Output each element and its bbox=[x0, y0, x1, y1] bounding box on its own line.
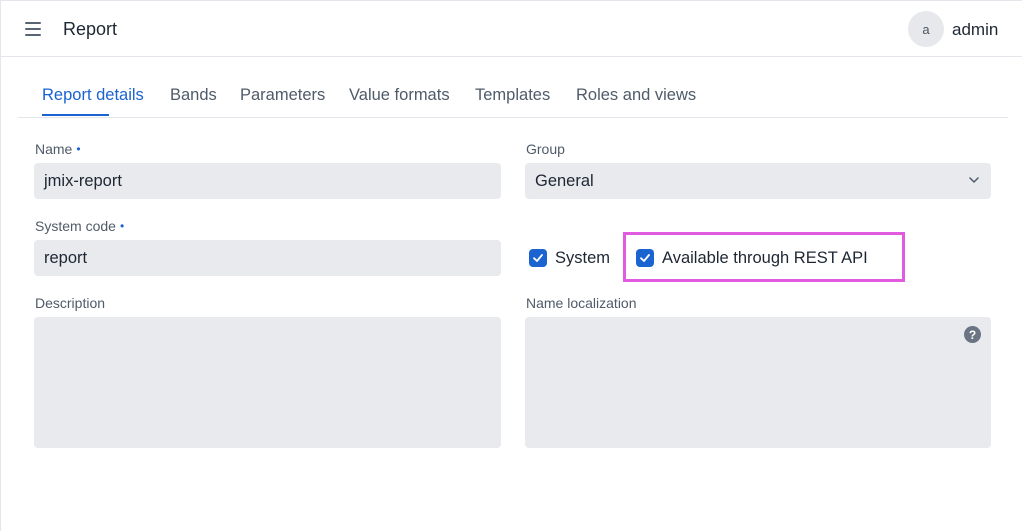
description-label: Description bbox=[35, 295, 106, 311]
required-indicator: • bbox=[76, 142, 81, 156]
group-value: General bbox=[535, 171, 594, 190]
system-code-field[interactable]: report bbox=[34, 240, 501, 276]
avatar[interactable]: a bbox=[908, 11, 944, 47]
tab-value-formats[interactable]: Value formats bbox=[349, 86, 450, 105]
name-value: jmix-report bbox=[44, 171, 122, 190]
chevron-down-icon bbox=[969, 177, 979, 183]
tab-templates[interactable]: Templates bbox=[475, 86, 550, 105]
menu-icon[interactable] bbox=[19, 17, 47, 41]
page-title: Report bbox=[63, 19, 118, 39]
name-label: Name • bbox=[35, 141, 81, 157]
help-icon[interactable]: ? bbox=[964, 326, 981, 343]
rest-api-checkbox-label[interactable]: Available through REST API bbox=[662, 249, 868, 268]
tab-report-details[interactable]: Report details bbox=[42, 86, 144, 105]
system-checkbox-label[interactable]: System bbox=[555, 249, 610, 268]
rest-api-checkbox[interactable] bbox=[636, 249, 654, 267]
system-code-value: report bbox=[44, 248, 88, 267]
name-localization-label: Name localization bbox=[526, 295, 637, 311]
checkmark-icon bbox=[533, 254, 543, 262]
top-bar: Report a admin bbox=[1, 1, 1022, 57]
description-textarea[interactable] bbox=[34, 317, 501, 448]
tab-bands[interactable]: Bands bbox=[170, 86, 217, 105]
system-checkbox[interactable] bbox=[529, 249, 547, 267]
tab-bar: Report details Bands Parameters Value fo… bbox=[18, 58, 1008, 118]
name-localization-textarea[interactable] bbox=[525, 317, 991, 448]
system-code-label: System code • bbox=[35, 218, 125, 234]
checkmark-icon bbox=[640, 254, 650, 262]
username[interactable]: admin bbox=[952, 20, 998, 40]
group-select[interactable]: General bbox=[525, 163, 991, 199]
required-indicator: • bbox=[119, 219, 125, 233]
active-tab-indicator bbox=[42, 114, 109, 116]
name-field[interactable]: jmix-report bbox=[34, 163, 501, 199]
tab-roles-and-views[interactable]: Roles and views bbox=[576, 86, 696, 105]
group-label: Group bbox=[526, 141, 565, 157]
tab-parameters[interactable]: Parameters bbox=[240, 86, 325, 105]
